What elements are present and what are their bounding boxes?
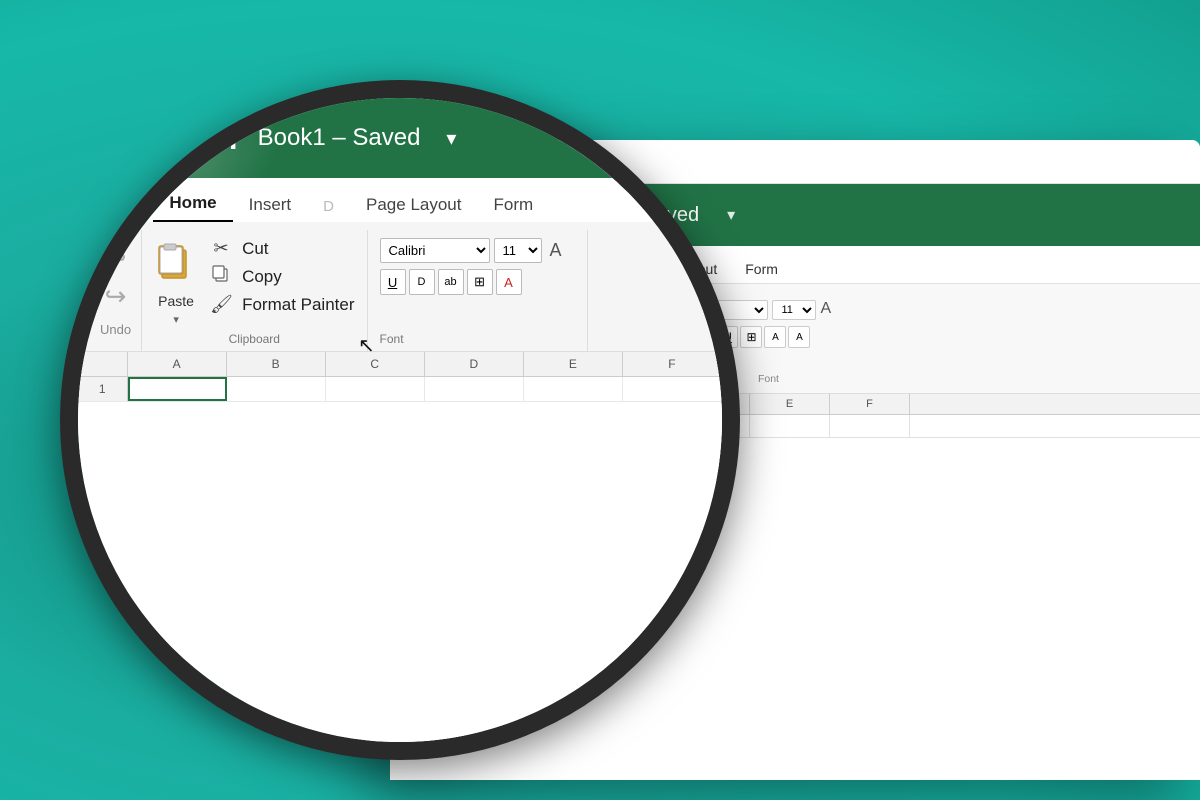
row-number-header bbox=[390, 394, 430, 414]
col-header-c: C bbox=[590, 394, 670, 414]
cut-label: Cut bbox=[549, 308, 571, 324]
font-increase-icon[interactable]: A bbox=[820, 300, 831, 320]
format-painter-icon: 🖌 bbox=[521, 362, 541, 382]
minimize-button[interactable] bbox=[422, 155, 435, 168]
ribbon-title-bar: Excel Book1 – Saved ▾ bbox=[390, 184, 1200, 246]
cell-d1[interactable] bbox=[670, 415, 750, 437]
italic-button[interactable]: I bbox=[692, 326, 714, 348]
clipboard-group: 📋 Paste ▾ ✂ Cut 📄 Copy 🖌 Format bbox=[462, 290, 656, 393]
close-button[interactable] bbox=[402, 155, 415, 168]
nav-back-icon[interactable]: ‹ bbox=[509, 153, 514, 171]
title-bar: ⊞ ‹ › bbox=[390, 140, 1200, 184]
row-num-1: 1 bbox=[390, 415, 430, 437]
undo-label: Undo bbox=[417, 373, 442, 389]
toolbar-controls: ⊞ ‹ › bbox=[473, 151, 528, 173]
app-title: Excel bbox=[458, 200, 527, 231]
cell-b1[interactable] bbox=[510, 415, 590, 437]
paste-label[interactable]: Paste bbox=[474, 334, 505, 348]
fill-color-button[interactable]: A bbox=[764, 326, 786, 348]
format-painter-button[interactable]: 🖌 Format Painter bbox=[517, 360, 646, 384]
undo-button[interactable]: ↩ bbox=[421, 294, 438, 314]
paste-dropdown-arrow[interactable]: ▾ bbox=[487, 350, 492, 361]
clipboard-items: ✂ Cut 📄 Copy 🖌 Format Painter bbox=[517, 298, 646, 384]
excel-window: ⊞ ‹ › Excel Book1 – Saved ▾ File Home In… bbox=[390, 140, 1200, 780]
menu-bar: File Home Insert D Page Layout Form bbox=[390, 246, 1200, 284]
menu-item-insert[interactable]: Insert bbox=[523, 255, 586, 283]
menu-item-file[interactable]: File bbox=[406, 255, 457, 283]
menu-item-data[interactable]: D bbox=[586, 255, 624, 283]
undo-redo-group: ↩ ↪ Undo bbox=[400, 290, 460, 393]
col-header-e: E bbox=[750, 394, 830, 414]
cut-button[interactable]: ✂ Cut bbox=[517, 304, 646, 328]
grid-row-1: 1 bbox=[390, 415, 1200, 438]
redo-button[interactable]: ↪ bbox=[421, 318, 438, 338]
paste-section: 📋 Paste ▾ bbox=[472, 298, 507, 361]
copy-icon: 📄 bbox=[521, 334, 541, 354]
nav-forward-icon[interactable]: › bbox=[522, 153, 527, 171]
bold-button[interactable]: B bbox=[668, 326, 690, 348]
format-painter-label: Format Painter bbox=[549, 364, 642, 380]
font-color-button[interactable]: A bbox=[788, 326, 810, 348]
font-group-label: Font bbox=[758, 373, 779, 389]
cell-a1[interactable] bbox=[430, 415, 510, 437]
font-name-select[interactable]: Calibri bbox=[668, 300, 768, 320]
cell-c1[interactable] bbox=[590, 415, 670, 437]
font-group: Calibri 11 A B I U ⊞ A A Font bbox=[658, 290, 878, 393]
spreadsheet-area: A B C D E F 1 bbox=[390, 394, 1200, 438]
underline-button[interactable]: U bbox=[716, 326, 738, 348]
cut-icon: ✂ bbox=[521, 306, 541, 326]
font-size-select[interactable]: 11 bbox=[772, 300, 816, 320]
maximize-button[interactable] bbox=[442, 155, 455, 168]
app-grid-icon[interactable] bbox=[410, 203, 434, 227]
menu-item-home[interactable]: Home bbox=[457, 255, 524, 283]
paste-icon: 📋 bbox=[472, 304, 507, 332]
doc-title: Book1 – Saved bbox=[563, 204, 699, 227]
col-header-a: A bbox=[430, 394, 510, 414]
col-header-b: B bbox=[510, 394, 590, 414]
menu-item-formulas[interactable]: Form bbox=[731, 255, 792, 283]
copy-label: Copy bbox=[549, 336, 582, 352]
col-header-f: F bbox=[830, 394, 910, 414]
ribbon-content: ↩ ↪ Undo 📋 Paste ▾ ✂ Cut 📄 bbox=[390, 284, 1200, 394]
column-headers: A B C D E F bbox=[390, 394, 1200, 415]
cell-e1[interactable] bbox=[750, 415, 830, 437]
col-header-d: D bbox=[670, 394, 750, 414]
cell-f1[interactable] bbox=[830, 415, 910, 437]
traffic-lights bbox=[402, 155, 455, 168]
sidebar-toggle-icon[interactable]: ⊞ bbox=[473, 151, 501, 173]
border-button[interactable]: ⊞ bbox=[740, 326, 762, 348]
title-chevron-icon: ▾ bbox=[727, 205, 735, 225]
menu-item-page-layout[interactable]: Page Layout bbox=[625, 255, 732, 283]
copy-button[interactable]: 📄 Copy bbox=[517, 332, 646, 356]
